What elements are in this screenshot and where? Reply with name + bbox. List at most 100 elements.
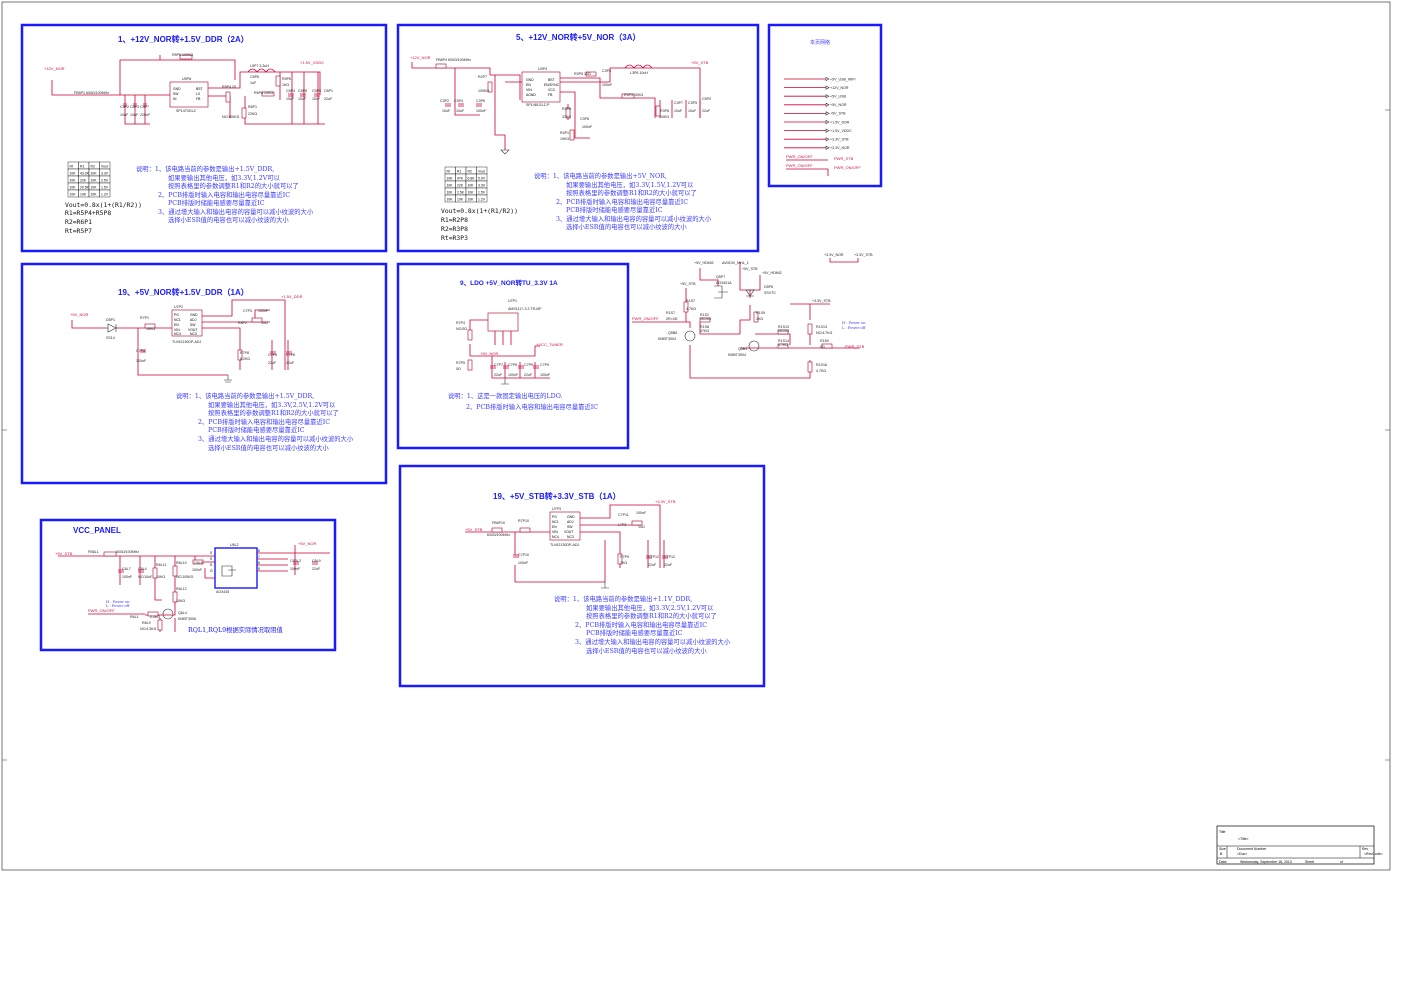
note-line: PCB排版时储能电感要尽量靠近IC	[168, 198, 265, 207]
svg-text:C7P7: C7P7	[494, 363, 503, 367]
svg-text:R3P8: R3P8	[660, 109, 669, 113]
svg-text:22uF: 22uF	[494, 373, 503, 377]
svg-text:1KΩ: 1KΩ	[282, 83, 289, 87]
note-line: 如果要输出其他电压，如3.3V,1.2V可以	[168, 173, 281, 182]
block-page-nets: 本页网络 +5V_USB_WIFI+12V_NOR+5V_USB+5V_NOR+…	[767, 23, 883, 188]
note-line: 2、PCB排版时输入电容和输出电容尽量靠近IC	[556, 197, 688, 206]
svg-text:PWR_ON/OFF: PWR_ON/OFF	[632, 316, 659, 321]
svg-text:C3P2: C3P2	[440, 99, 449, 103]
note-line: 说明：1、该电路当前的参数是输出+5V_NOR,	[534, 171, 667, 180]
net-label: +3.3V_STB	[830, 138, 849, 142]
table-cell-text: 10K	[447, 176, 454, 180]
svg-text:L3P8 10uH: L3P8 10uH	[630, 71, 648, 75]
table-cell-text: Vout	[478, 169, 485, 173]
svg-text:SS14: SS14	[106, 336, 115, 340]
note-line: 按照表格里的参数调整R1和R2的大小就可以了	[208, 408, 339, 417]
block-title: 19、+5V_NOR转+1.5V_DDR（1A）	[118, 287, 249, 297]
svg-text:1uF: 1uF	[250, 81, 257, 85]
svg-text:C6L6: C6L6	[194, 561, 203, 565]
svg-text:100nF: 100nF	[258, 309, 269, 313]
note-line: 说明：1、该电路当前的参数是输出+1.5V_DDR,	[176, 391, 314, 400]
connector-arrow-icon	[825, 145, 830, 150]
svg-text:C5P0: C5P0	[702, 97, 711, 101]
svg-text:U7P2: U7P2	[174, 305, 183, 309]
note-line: 选择小ESR值的电容也可以减小纹波的大小	[208, 443, 329, 452]
table-cell-text: 10K	[91, 178, 98, 182]
svg-text:100nF: 100nF	[122, 575, 133, 579]
svg-text:100nF: 100nF	[476, 109, 487, 113]
block-title: 本页网络	[810, 39, 830, 46]
connector-arrow-icon	[825, 111, 830, 116]
connector-arrow-icon	[825, 137, 830, 142]
svg-text:C7P6: C7P6	[286, 353, 295, 357]
svg-text:8: 8	[258, 549, 260, 553]
svg-text:C7P12: C7P12	[664, 555, 675, 559]
b9-ldo-ams1117	[487, 312, 519, 332]
block-ldo-5v-to-tu-3v3: 9、LDO +5V_NOR转TU_3.3V 1A U7P1 AMS1117-3.3…	[396, 262, 630, 450]
note-line: 3、通过增大输入和输出电容的容量可以减小纹波的大小	[158, 207, 314, 216]
svg-text:BST: BST	[548, 78, 555, 82]
svg-text:NC/4.7KΩ: NC/4.7KΩ	[816, 331, 833, 335]
svg-text:VIN: VIN	[526, 88, 532, 92]
svg-text:S: S	[210, 563, 213, 567]
note-line: PCB排版时储能电感要尽量靠近IC	[208, 425, 305, 434]
svg-text:AGND: AGND	[526, 93, 536, 97]
net-list: +5V_USB_WIFI +12V_NOR +5V_USB +5V_NOR +5V_ST…	[784, 76, 855, 150]
note-line: 3、通过增大输入和输出电容的容量可以减小纹波的大小	[575, 637, 731, 646]
block-title: 19、+5V_STB转+3.3V_STB（1A）	[493, 491, 621, 501]
table-cell-text: 22K	[457, 183, 464, 187]
svg-text:7: 7	[258, 555, 260, 559]
table-cell-text: 1.5V	[101, 185, 109, 189]
svg-text:C5P5: C5P5	[312, 89, 321, 93]
note-line: 2、PCB排版时输入电容和输出电容尽量靠近IC	[158, 190, 290, 199]
svg-text:100nF: 100nF	[540, 373, 551, 377]
table-cell-text: 10K	[468, 190, 475, 194]
svg-text:C3P3: C3P3	[602, 69, 611, 73]
b19a-schematic: +5V_NOR +1.5V_DDR D5P1 SS14 R7P1 10KΩ U7P2…	[70, 294, 303, 383]
svg-text:C5P7: C5P7	[140, 105, 149, 109]
svg-text:R5P4 20: R5P4 20	[222, 85, 236, 89]
svg-text:C6L9: C6L9	[312, 559, 321, 563]
note-line: 按照表格里的参数调整R1和R2的大小就可以了	[566, 188, 697, 197]
sheet-label: Sheet	[1305, 860, 1314, 864]
svg-text:FB6P10: FB6P10	[492, 521, 505, 525]
diode-icon	[107, 323, 117, 333]
svg-text:NC/0Ω: NC/0Ω	[778, 329, 789, 333]
schematic-sheet: 1、+12V_NOR转+1.5V_DDR（2A） +12V_NOR +1.5V_…	[1, 1, 1391, 871]
note-line: 2、PCB排版时输入电容和输出电容尽量靠近IC	[466, 402, 598, 411]
svg-text:GND: GND	[567, 515, 575, 519]
svg-text:SW: SW	[567, 525, 573, 529]
svg-text:SP1470GLZ: SP1470GLZ	[176, 109, 197, 113]
svg-text:LX: LX	[196, 92, 201, 96]
svg-text:220nF: 220nF	[140, 113, 151, 117]
svg-text:R1S13: R1S13	[816, 325, 827, 329]
svg-text:C7P12: C7P12	[648, 555, 659, 559]
svg-text:ADJ: ADJ	[567, 520, 574, 524]
table-cell-text: 10K	[70, 192, 77, 196]
svg-text:22uF: 22uF	[524, 373, 533, 377]
net-label: +5V_USB_WIFI	[830, 77, 855, 81]
formula-line: Rt=R3P3	[441, 234, 468, 242]
svg-text:10uF: 10uF	[688, 109, 697, 113]
block-title: 5、+12V_NOR转+5V_NOR（3A）	[516, 32, 641, 42]
svg-text:100nF: 100nF	[290, 567, 301, 571]
connector-arrow-icon	[825, 102, 830, 107]
svg-text:EN: EN	[526, 83, 531, 87]
svg-text:10uF: 10uF	[298, 97, 307, 101]
svg-text:10Ω: 10Ω	[638, 525, 645, 529]
svg-text:+5V_STB: +5V_STB	[465, 527, 483, 532]
svg-text:C7P9: C7P9	[524, 363, 533, 367]
formula-line: Vout=0.8x(1+(R1/R2))	[65, 201, 142, 209]
table-cell-text: 10K	[468, 197, 475, 201]
note-line: 选择小ESR值的电容也可以减小纹波的大小	[586, 646, 707, 655]
svg-text:2.2KΩ: 2.2KΩ	[150, 615, 160, 619]
svg-text:G: G	[210, 569, 213, 573]
svg-text:0Ω: 0Ω	[820, 345, 825, 349]
svg-text:PWR_STB: PWR_STB	[845, 344, 865, 349]
svg-text:22uF: 22uF	[268, 361, 277, 365]
table-cell-text: 20.5K	[80, 185, 90, 189]
svg-text:+5V_STB: +5V_STB	[691, 60, 709, 65]
svg-text:C7P4: C7P4	[136, 349, 145, 353]
docnum-value: <Doc>	[1237, 852, 1247, 856]
b1-formulas: Vout=0.8x(1+(R1/R2)) R1=R5P4+R5P8 R2=R6P…	[65, 201, 142, 235]
